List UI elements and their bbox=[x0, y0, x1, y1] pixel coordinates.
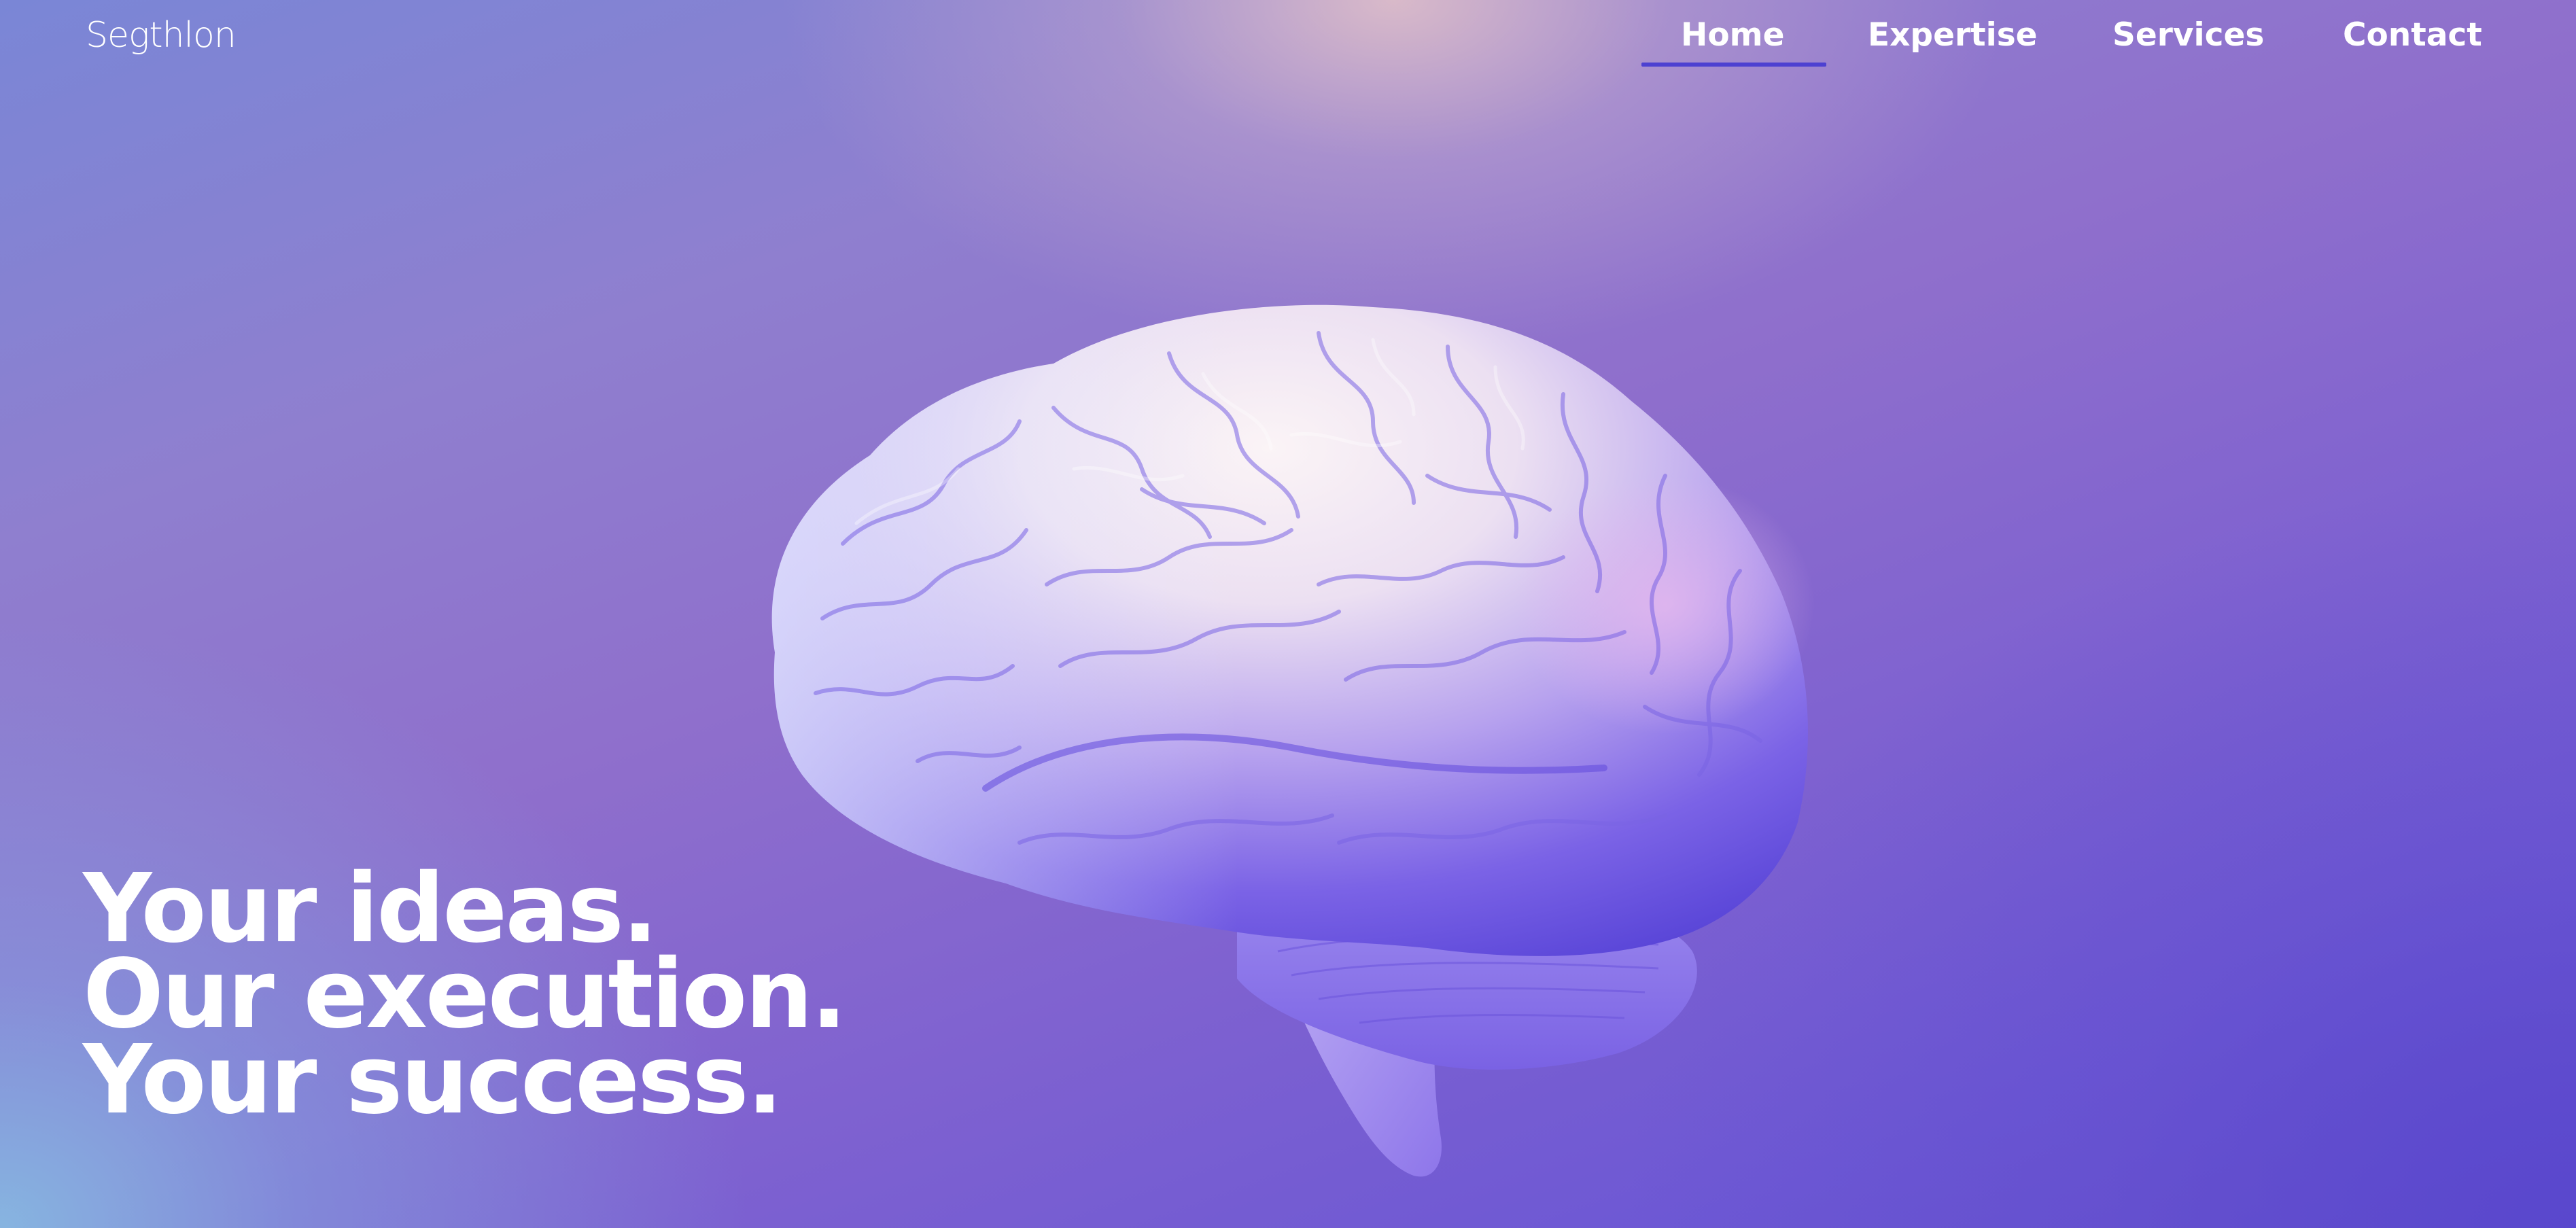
nav-item-services[interactable]: Services bbox=[2112, 16, 2264, 54]
nav-item-expertise[interactable]: Expertise bbox=[1868, 16, 2038, 54]
hero-headline: Your ideas. Our execution. Your success. bbox=[83, 862, 1034, 1136]
active-nav-indicator bbox=[1641, 63, 1826, 67]
nav-item-contact[interactable]: Contact bbox=[2343, 16, 2482, 54]
logo[interactable]: Segthlon bbox=[86, 15, 237, 56]
site-header: Segthlon Home Expertise Services Contact bbox=[0, 0, 2576, 75]
nav-item-home[interactable]: Home bbox=[1681, 16, 1784, 54]
hero-line-3: Your success. bbox=[83, 1025, 783, 1136]
